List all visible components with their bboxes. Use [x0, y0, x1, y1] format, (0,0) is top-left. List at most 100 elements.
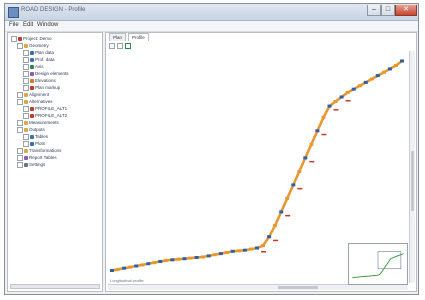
profile-point[interactable] — [230, 249, 235, 253]
profile-point[interactable] — [297, 169, 302, 173]
tree-item[interactable]: Tables — [23, 134, 48, 140]
tree-item[interactable]: Geometry — [17, 43, 49, 49]
profile-point[interactable] — [327, 104, 332, 108]
overview-minimap[interactable] — [348, 243, 408, 285]
sidebar-horizontal-scrollbar[interactable] — [10, 284, 100, 289]
profile-point[interactable] — [345, 91, 350, 94]
profile-point[interactable] — [128, 265, 133, 269]
expand-toggle-icon[interactable] — [17, 155, 23, 161]
profile-point[interactable] — [200, 255, 205, 259]
profile-point[interactable] — [152, 261, 157, 265]
profile-point[interactable] — [279, 210, 284, 214]
profile-point[interactable] — [249, 247, 253, 251]
profile-point[interactable] — [218, 252, 223, 256]
menu-window[interactable]: Window — [37, 22, 58, 28]
expand-toggle-icon[interactable] — [23, 106, 29, 112]
profile-point[interactable] — [273, 223, 278, 227]
profile-point[interactable] — [369, 77, 374, 81]
profile-point[interactable] — [321, 115, 326, 119]
profile-point[interactable] — [182, 257, 187, 261]
menu-file[interactable]: File — [9, 22, 19, 28]
tree-item[interactable]: Axis — [23, 64, 44, 70]
title-bar[interactable]: ROAD DESIGN - Profile – □ ✕ — [5, 4, 418, 21]
profile-point[interactable] — [315, 129, 320, 133]
tree-item[interactable]: Measurements — [17, 120, 59, 126]
expand-toggle-icon[interactable] — [17, 99, 23, 105]
profile-point[interactable] — [194, 256, 199, 259]
profile-point[interactable] — [387, 67, 392, 71]
profile-point[interactable] — [339, 95, 344, 99]
tree-item[interactable]: Plots — [23, 141, 45, 147]
profile-point[interactable] — [188, 256, 193, 260]
expand-toggle-icon[interactable] — [23, 134, 29, 140]
tree-item[interactable]: Plan markup — [23, 85, 60, 91]
profile-point[interactable] — [291, 183, 296, 187]
expand-toggle-icon[interactable] — [23, 50, 29, 56]
profile-point[interactable] — [116, 267, 120, 271]
expand-toggle-icon[interactable] — [23, 57, 29, 63]
expand-toggle-icon[interactable] — [23, 64, 29, 70]
profile-point[interactable] — [122, 266, 127, 270]
profile-point[interactable] — [400, 59, 404, 63]
tree-item[interactable]: PROFILE_ALT1 — [23, 106, 67, 112]
profile-point[interactable] — [206, 254, 211, 258]
tree-item[interactable]: Alignment — [17, 92, 49, 98]
expand-toggle-icon[interactable] — [17, 120, 23, 126]
profile-point[interactable] — [164, 258, 169, 262]
tree-item[interactable]: Report Tables — [17, 155, 57, 161]
menu-edit[interactable]: Edit — [23, 22, 33, 28]
expand-toggle-icon[interactable] — [23, 71, 29, 77]
pan-icon[interactable] — [125, 43, 131, 49]
zoom-icon[interactable] — [117, 43, 123, 49]
profile-point[interactable] — [134, 264, 139, 268]
profile-point[interactable] — [303, 156, 308, 160]
profile-point[interactable] — [375, 74, 380, 78]
profile-point[interactable] — [255, 246, 259, 250]
profile-point[interactable] — [140, 263, 145, 267]
vertical-scroll-thumb[interactable] — [411, 151, 414, 211]
profile-point[interactable] — [146, 262, 151, 266]
vertical-scrollbar[interactable] — [409, 51, 415, 283]
tab-profile[interactable]: Profile — [128, 33, 149, 41]
profile-point[interactable] — [309, 142, 314, 146]
select-icon[interactable] — [109, 43, 115, 49]
tree-item[interactable]: Transformations — [17, 148, 61, 154]
expand-toggle-icon[interactable] — [17, 43, 23, 49]
profile-point[interactable] — [110, 269, 114, 272]
expand-toggle-icon[interactable] — [23, 141, 29, 147]
expand-toggle-icon[interactable] — [11, 36, 17, 42]
tree-item[interactable]: Prof. data — [23, 57, 55, 63]
profile-point[interactable] — [363, 80, 368, 84]
tree-item[interactable]: Design elements — [23, 71, 69, 77]
profile-point[interactable] — [170, 258, 175, 262]
profile-point[interactable] — [267, 235, 272, 239]
expand-toggle-icon[interactable] — [23, 113, 29, 119]
profile-point[interactable] — [212, 253, 217, 257]
tree-item[interactable]: Alternatives — [17, 99, 53, 105]
expand-toggle-icon[interactable] — [17, 148, 23, 154]
tree-item[interactable]: PROFILE_ALT2 — [23, 113, 67, 119]
expand-toggle-icon[interactable] — [23, 78, 29, 84]
profile-point[interactable] — [357, 84, 362, 88]
profile-point[interactable] — [285, 196, 290, 200]
profile-point[interactable] — [242, 248, 247, 252]
profile-point[interactable] — [394, 64, 398, 67]
close-button[interactable]: ✕ — [395, 5, 417, 16]
tree-item[interactable]: Plan data — [23, 50, 54, 56]
profile-point[interactable] — [158, 260, 163, 263]
profile-point[interactable] — [261, 244, 265, 248]
tree-item[interactable]: Settings — [17, 162, 45, 168]
horizontal-scroll-thumb[interactable] — [278, 286, 318, 289]
tree-item[interactable]: Elevations — [23, 78, 56, 84]
expand-toggle-icon[interactable] — [17, 162, 23, 168]
profile-point[interactable] — [224, 251, 229, 254]
expand-toggle-icon[interactable] — [23, 85, 29, 91]
tree-item[interactable]: Outputs — [17, 127, 45, 133]
profile-point[interactable] — [236, 249, 241, 253]
expand-toggle-icon[interactable] — [17, 92, 23, 98]
profile-point[interactable] — [381, 70, 386, 74]
profile-point[interactable] — [351, 87, 356, 91]
minimize-button[interactable]: – — [367, 5, 381, 16]
profile-point[interactable] — [333, 100, 338, 103]
profile-point[interactable] — [176, 257, 181, 261]
